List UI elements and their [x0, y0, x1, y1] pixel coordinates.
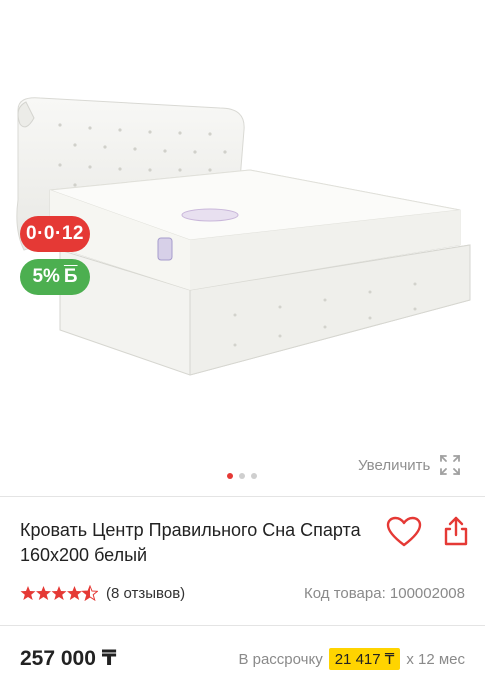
product-sku: Код товара: 100002008 — [304, 585, 465, 602]
enlarge-button[interactable]: Увеличить — [358, 453, 462, 477]
share-icon[interactable] — [442, 515, 470, 547]
installment-prefix: В рассрочку — [238, 650, 323, 668]
bonus-badge: 5% Б — [20, 259, 90, 295]
star-icon — [20, 586, 36, 600]
countdown-timer-badge: 0·0·12 — [20, 216, 90, 252]
gallery-dot-active[interactable] — [227, 473, 233, 479]
gallery-dot[interactable] — [239, 473, 245, 479]
star-rating — [20, 585, 98, 601]
product-image-gallery[interactable]: 0·0·12 5% Б Увеличить — [0, 0, 485, 496]
rating-stars — [20, 585, 98, 601]
reviews-link[interactable]: (8 отзывов) — [106, 585, 185, 602]
product-price: 257 000 ₸ — [20, 647, 117, 670]
divider — [0, 625, 485, 626]
installment-info[interactable]: В рассрочку 21 417 ₸ x 12 мес — [238, 648, 465, 670]
bonus-unit: Б — [63, 266, 78, 287]
enlarge-label: Увеличить — [358, 456, 431, 474]
divider — [0, 496, 485, 497]
installment-amount: 21 417 ₸ — [328, 648, 401, 670]
product-title: Кровать Центр Правильного Сна Спарта 160… — [20, 520, 361, 565]
countdown-timer-text: 0·0·12 — [26, 223, 84, 244]
gallery-pagination — [227, 473, 257, 479]
expand-icon — [440, 455, 461, 475]
heart-icon[interactable] — [386, 516, 422, 548]
bonus-percent: 5% — [32, 266, 60, 287]
gallery-dot[interactable] — [251, 473, 257, 479]
installment-term: x 12 мес — [406, 650, 465, 668]
